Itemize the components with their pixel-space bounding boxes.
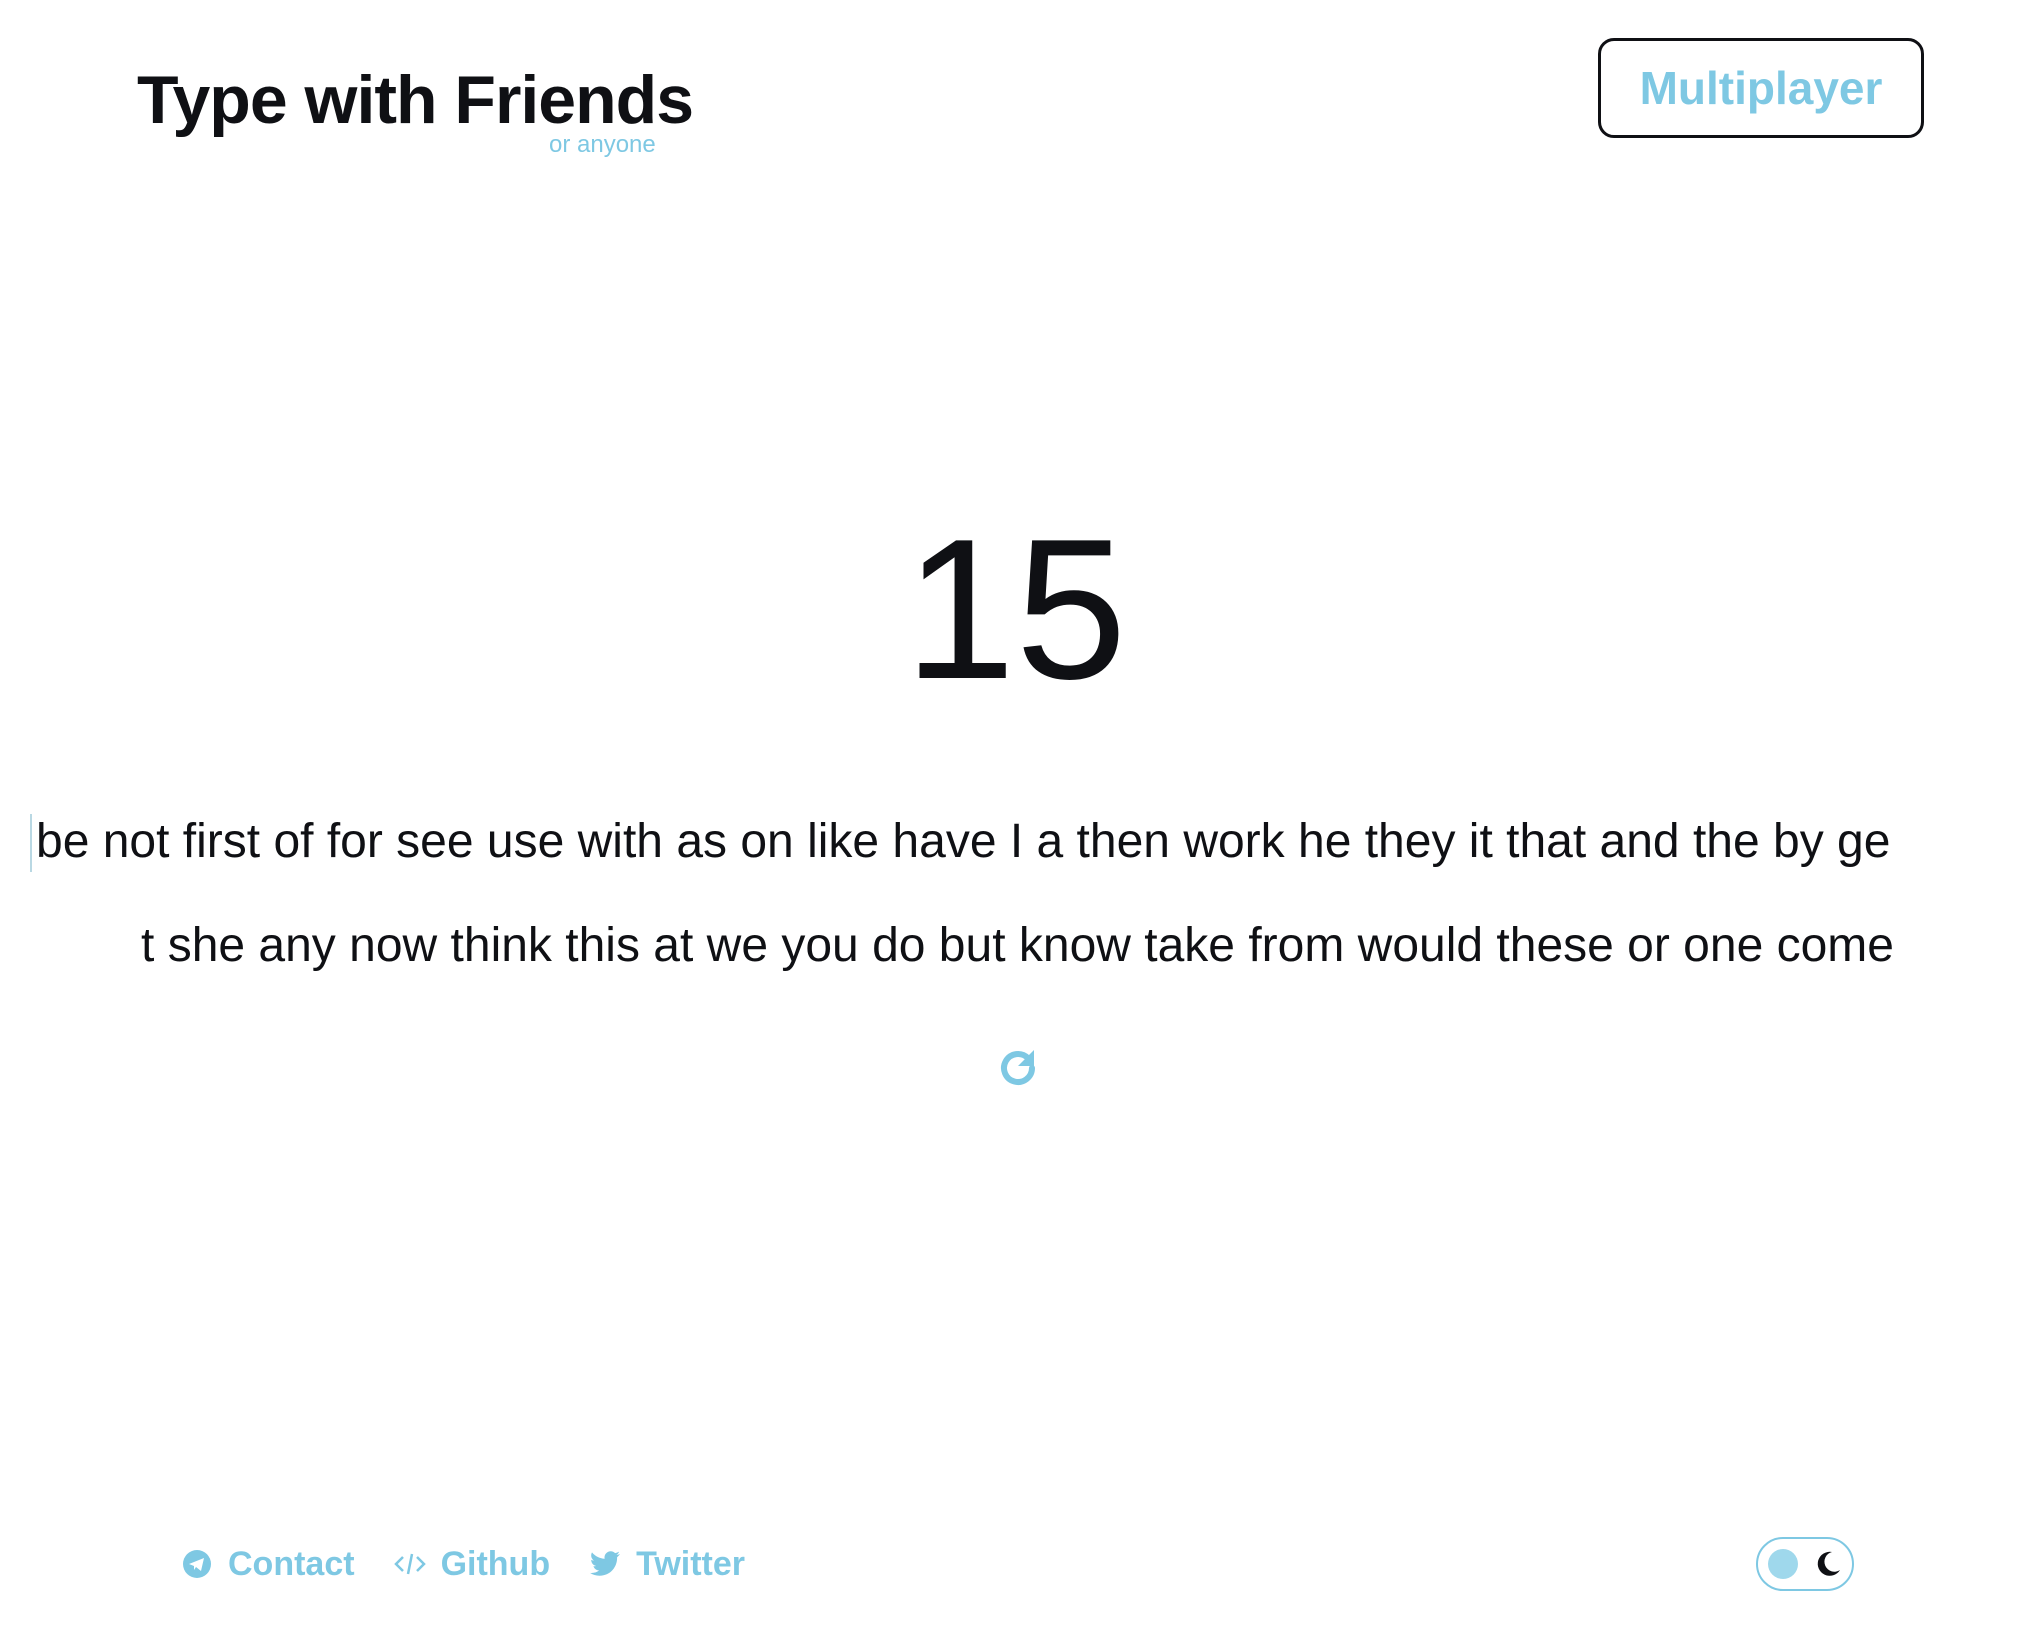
footer-links: Contact Github Twitter bbox=[180, 1534, 783, 1594]
theme-toggle[interactable] bbox=[1756, 1537, 1854, 1591]
multiplayer-button[interactable]: Multiplayer bbox=[1598, 38, 1924, 138]
footer-link-twitter[interactable]: Twitter bbox=[588, 1545, 745, 1584]
toggle-knob bbox=[1768, 1549, 1798, 1579]
text-caret bbox=[30, 814, 32, 872]
moon-icon bbox=[1812, 1548, 1844, 1580]
footer-link-github[interactable]: Github bbox=[393, 1544, 551, 1584]
refresh-icon[interactable] bbox=[994, 1044, 1042, 1092]
footer-link-label: Contact bbox=[228, 1544, 355, 1583]
typing-words-area[interactable]: be not first of for see use with as on l… bbox=[30, 790, 2005, 998]
telegram-icon bbox=[180, 1547, 214, 1581]
footer-link-label: Twitter bbox=[636, 1544, 746, 1583]
twitter-icon bbox=[588, 1547, 622, 1581]
app-subtitle: or anyone bbox=[549, 131, 656, 158]
words-line-2: t she any now think this at we you do bu… bbox=[141, 919, 1894, 972]
code-icon bbox=[393, 1547, 427, 1581]
countdown-timer: 15 bbox=[904, 498, 1127, 721]
logo[interactable]: Type with Friends or anyone bbox=[137, 60, 697, 170]
words-line-1-text: be not first of for see use with as on l… bbox=[36, 815, 1891, 868]
words-line-1: be not first of for see use with as on l… bbox=[30, 790, 2005, 894]
footer-link-contact[interactable]: Contact bbox=[180, 1545, 355, 1584]
footer-link-label: Github bbox=[440, 1544, 551, 1583]
page: Type with Friends or anyone Multiplayer … bbox=[0, 0, 2031, 1634]
app-title: Type with Friends bbox=[137, 62, 694, 138]
